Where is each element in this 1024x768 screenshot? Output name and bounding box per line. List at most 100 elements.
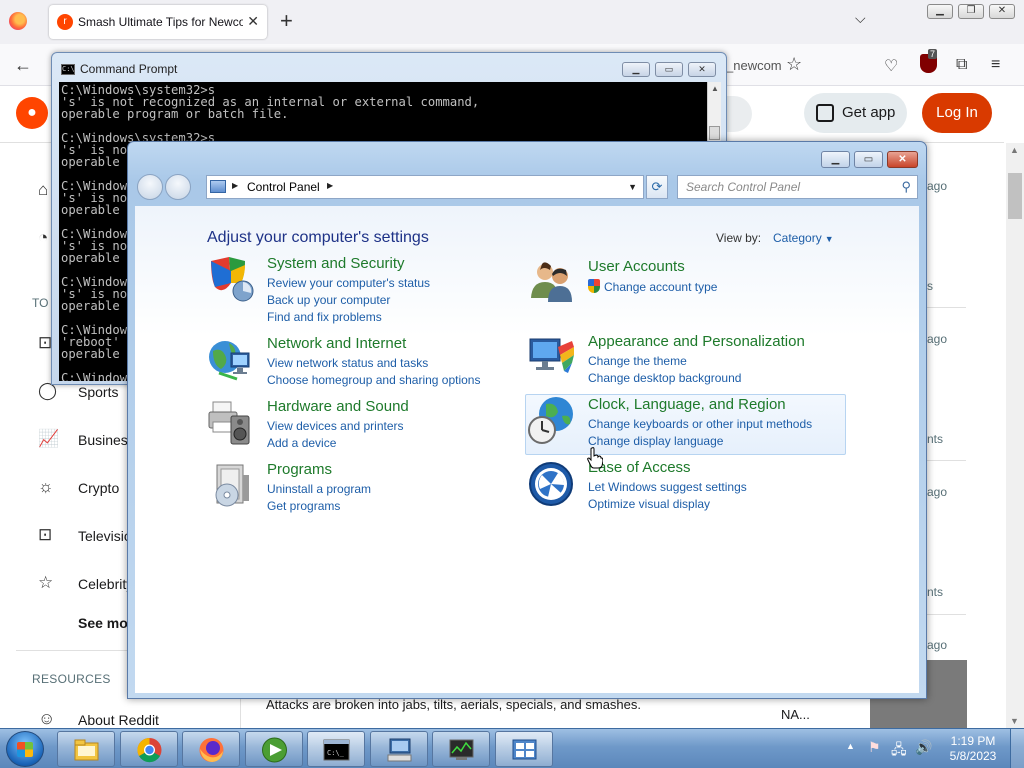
category-title[interactable]: Appearance and Personalization [588, 333, 805, 350]
url-bar-text[interactable]: _newcom [726, 58, 782, 73]
command-prompt-icon: C:\_ [323, 739, 350, 761]
taskbar-firefox-button[interactable] [182, 731, 240, 767]
list-tabs-chevron-icon[interactable]: ⌵ [855, 10, 866, 27]
browser-minimize-button[interactable]: ▁ [927, 4, 953, 19]
sidebar-item-crypto[interactable]: Crypto [78, 480, 119, 496]
action-center-flag-icon[interactable]: ⚑ [868, 739, 881, 756]
cp-close-button[interactable]: ✕ [887, 151, 918, 168]
scroll-up-icon[interactable]: ▲ [711, 84, 719, 93]
forward-button[interactable] [165, 174, 191, 200]
scrollbar-thumb[interactable] [709, 126, 720, 140]
search-input[interactable]: Search Control Panel ⚲ [677, 175, 918, 199]
address-bar[interactable]: ▶ Control Panel ▶ ▼ [206, 175, 644, 199]
ease-of-access-icon [529, 462, 573, 506]
breadcrumb-arrow-icon[interactable]: ▶ [327, 181, 333, 190]
scrollbar-thumb[interactable] [1008, 173, 1022, 219]
category-title[interactable]: Hardware and Sound [267, 398, 409, 415]
reddit-alien-icon[interactable]: ☺ [38, 709, 55, 729]
taskbar-chrome-button[interactable] [120, 731, 178, 767]
scroll-up-icon[interactable]: ▲ [1010, 145, 1019, 155]
taskbar-control-panel-button[interactable] [495, 731, 553, 767]
bookmark-star-icon[interactable]: ☆ [786, 54, 802, 75]
category-title[interactable]: Clock, Language, and Region [588, 396, 786, 413]
breadcrumb-arrow-icon[interactable]: ▶ [232, 181, 238, 190]
category-link[interactable]: Optimize visual display [588, 497, 710, 511]
cmd-minimize-button[interactable]: ▁ [622, 62, 650, 77]
category-link[interactable]: Change keyboards or other input methods [588, 417, 812, 431]
scroll-down-icon[interactable]: ▼ [1010, 716, 1019, 726]
page-scrollbar[interactable]: ▲ ▼ [1006, 143, 1024, 728]
breadcrumb-control-panel[interactable]: Control Panel [247, 180, 320, 194]
feed-post-snippet[interactable]: Attacks are broken into jabs, tilts, aer… [266, 697, 641, 712]
category-title[interactable]: Network and Internet [267, 335, 406, 352]
about-reddit-link[interactable]: About Reddit [78, 712, 159, 728]
category-title[interactable]: System and Security [267, 255, 405, 272]
taskbar-media-button[interactable] [245, 731, 303, 767]
control-panel-window[interactable]: ▁ ▭ ✕ ▶ Control Panel ▶ ▼ ⟳ Search Contr… [127, 141, 927, 699]
category-link[interactable]: View devices and printers [267, 419, 404, 433]
user-accounts-icon [531, 262, 572, 302]
category-title[interactable]: User Accounts [588, 258, 685, 275]
network-icon[interactable]: 🖧 [891, 739, 907, 763]
view-by-dropdown[interactable]: Category ▼ [773, 231, 834, 245]
cp-maximize-button[interactable]: ▭ [854, 151, 883, 168]
start-button[interactable] [6, 731, 44, 767]
post-time-fragment: ago [927, 638, 948, 652]
address-dropdown-icon[interactable]: ▼ [628, 182, 637, 192]
close-tab-icon[interactable]: ✕ [247, 13, 259, 30]
category-link[interactable]: Change desktop background [588, 371, 741, 385]
log-in-button[interactable]: Log In [922, 93, 992, 133]
category-link[interactable]: Get programs [267, 499, 340, 513]
refresh-button[interactable]: ⟳ [646, 175, 668, 199]
taskbar-cmd-button[interactable]: C:\_ [307, 731, 365, 767]
back-arrow-icon[interactable]: ← [14, 55, 32, 76]
browser-tab[interactable]: r Smash Ultimate Tips for Newcomers ✕ [49, 5, 267, 39]
feed-divider [926, 460, 966, 461]
sidebar-item-sports[interactable]: Sports [78, 384, 118, 400]
sidebar-item-celebrity[interactable]: Celebrity [78, 576, 133, 592]
category-link[interactable]: Review your computer's status [267, 276, 430, 290]
taskbar-ime-button[interactable] [370, 731, 428, 767]
back-button[interactable] [137, 174, 163, 200]
firefox-icon[interactable] [9, 12, 27, 30]
television-icon[interactable]: ⊡ [38, 525, 52, 545]
show-desktop-button[interactable] [1010, 729, 1024, 768]
volume-icon[interactable]: 🔊 [915, 739, 932, 756]
show-hidden-icons-icon[interactable]: ▲ [846, 741, 855, 751]
feed-post-label[interactable]: NA... [781, 707, 810, 722]
new-tab-button[interactable]: + [280, 8, 293, 34]
home-icon[interactable]: ⌂ [38, 180, 48, 200]
category-title[interactable]: Ease of Access [588, 459, 691, 476]
category-link[interactable]: Change the theme [588, 354, 687, 368]
cmd-maximize-button[interactable]: ▭ [655, 62, 683, 77]
hamburger-menu-icon[interactable]: ≡ [991, 56, 1000, 74]
cmd-close-button[interactable]: ✕ [688, 62, 716, 77]
category-link[interactable]: Change account type [588, 279, 717, 294]
category-link[interactable]: Change display language [588, 434, 723, 448]
ublock-origin-icon[interactable]: 7 [920, 49, 938, 73]
crypto-icon[interactable]: ☼ [38, 477, 54, 497]
cp-minimize-button[interactable]: ▁ [821, 151, 850, 168]
pocket-icon[interactable]: ♡ [884, 56, 898, 76]
search-icon[interactable]: ⚲ [901, 179, 911, 195]
taskbar-explorer-button[interactable] [57, 731, 115, 767]
control-panel-icon [210, 180, 226, 193]
category-link[interactable]: View network status and tasks [267, 356, 428, 370]
category-link[interactable]: Choose homegroup and sharing options [267, 373, 480, 387]
browser-close-button[interactable]: ✕ [989, 4, 1015, 19]
popular-icon[interactable]: ◔ [38, 228, 48, 248]
category-link[interactable]: Let Windows suggest settings [588, 480, 747, 494]
browser-restore-button[interactable]: ❐ [958, 4, 984, 19]
category-link[interactable]: Add a device [267, 436, 336, 450]
category-link[interactable]: Find and fix problems [267, 310, 382, 324]
taskbar-task-manager-button[interactable] [432, 731, 490, 767]
reddit-logo[interactable]: ● [16, 97, 48, 129]
extensions-puzzle-icon[interactable]: ⧉ [956, 56, 967, 74]
category-title[interactable]: Programs [267, 461, 332, 478]
business-chart-icon[interactable]: 📈 [38, 429, 59, 449]
celebrity-star-icon[interactable]: ☆ [38, 573, 53, 593]
get-app-button[interactable]: Get app [804, 93, 907, 133]
system-clock[interactable]: 1:19 PM 5/8/2023 [948, 734, 998, 764]
category-link[interactable]: Uninstall a program [267, 482, 371, 496]
category-link[interactable]: Back up your computer [267, 293, 390, 307]
